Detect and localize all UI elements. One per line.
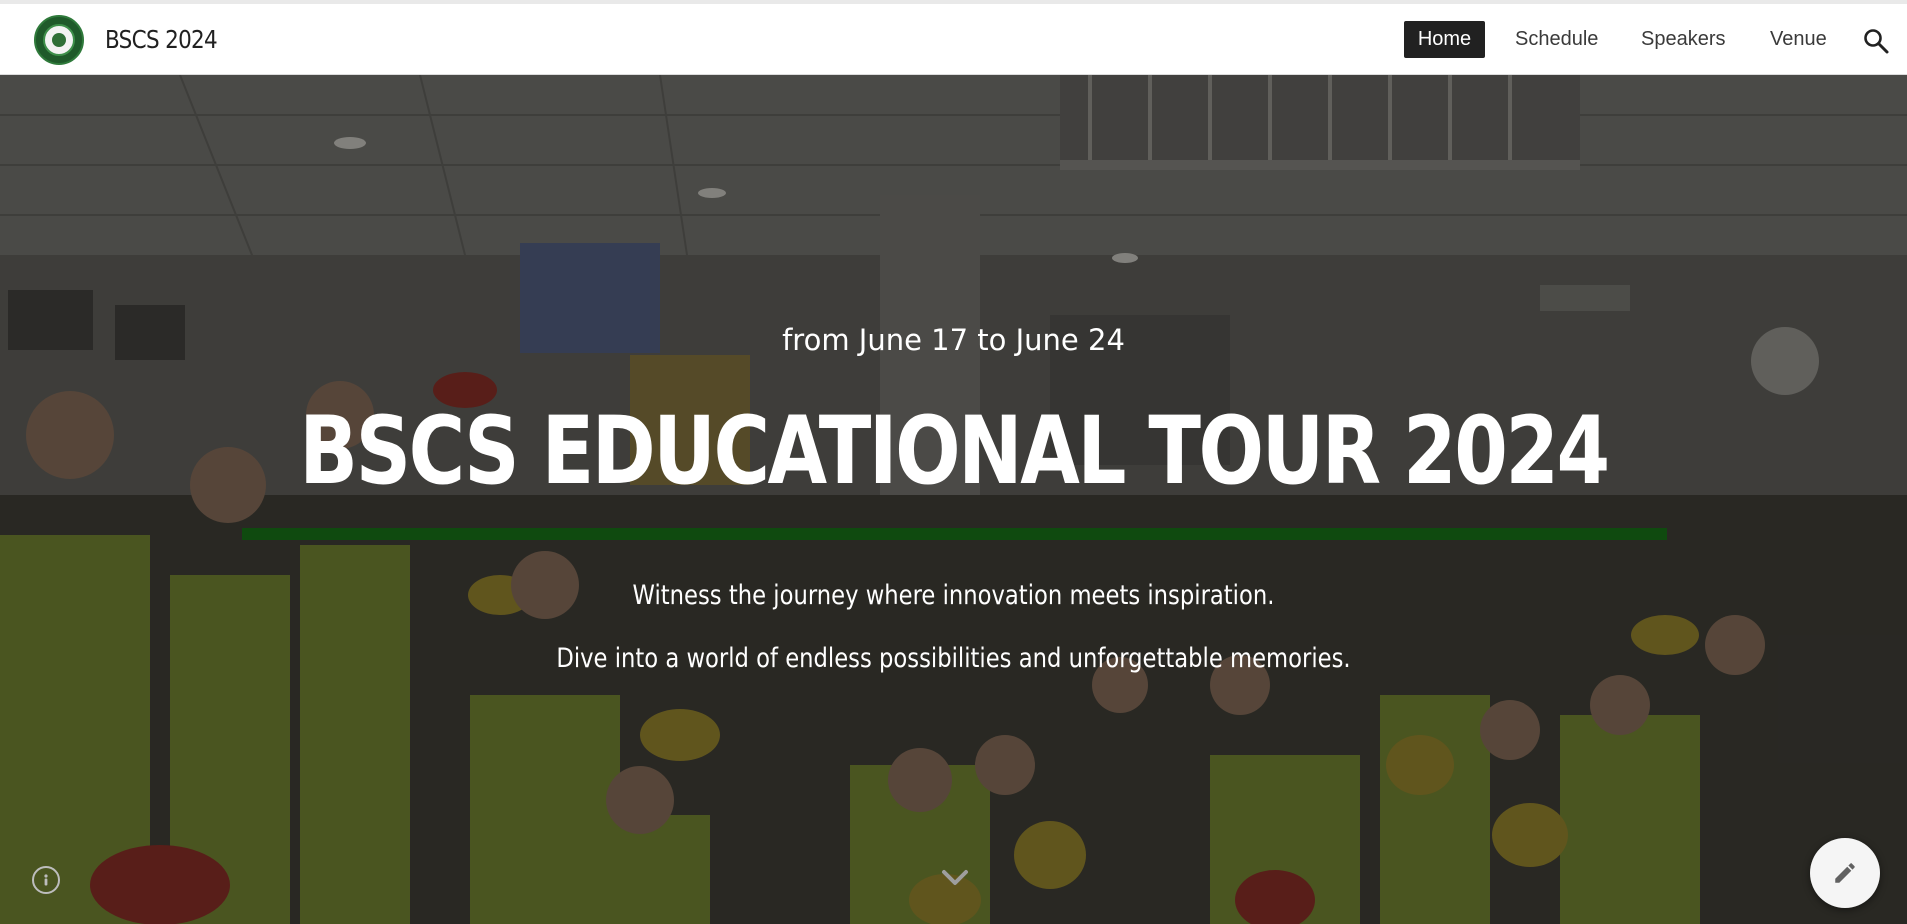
pencil-icon (1835, 863, 1855, 883)
edit-button[interactable] (1810, 838, 1880, 908)
hero-banner: from June 17 to June 24 BSCS EDUCATIONAL… (0, 75, 1907, 924)
title-underline (242, 528, 1667, 540)
hero-tagline-1: Witness the journey where innovation mee… (632, 580, 1275, 611)
chevron-down-icon[interactable] (940, 865, 970, 889)
site-header: BSCS 2024 Home Schedule Speakers Venue (0, 4, 1907, 75)
nav-venue[interactable]: Venue (1758, 21, 1839, 58)
info-icon[interactable] (32, 866, 60, 894)
nav-speakers[interactable]: Speakers (1629, 21, 1738, 58)
nav-home[interactable]: Home (1404, 21, 1485, 58)
event-date: from June 17 to June 24 (782, 323, 1125, 357)
nav-schedule[interactable]: Schedule (1503, 21, 1610, 58)
search-icon[interactable] (1862, 27, 1890, 55)
main-nav: Home Schedule Speakers Venue (0, 4, 1907, 75)
hero-content: from June 17 to June 24 BSCS EDUCATIONAL… (0, 75, 1907, 924)
hero-title: BSCS EDUCATIONAL TOUR 2024 (299, 397, 1610, 506)
hero-tagline-2: Dive into a world of endless possibiliti… (556, 643, 1351, 674)
